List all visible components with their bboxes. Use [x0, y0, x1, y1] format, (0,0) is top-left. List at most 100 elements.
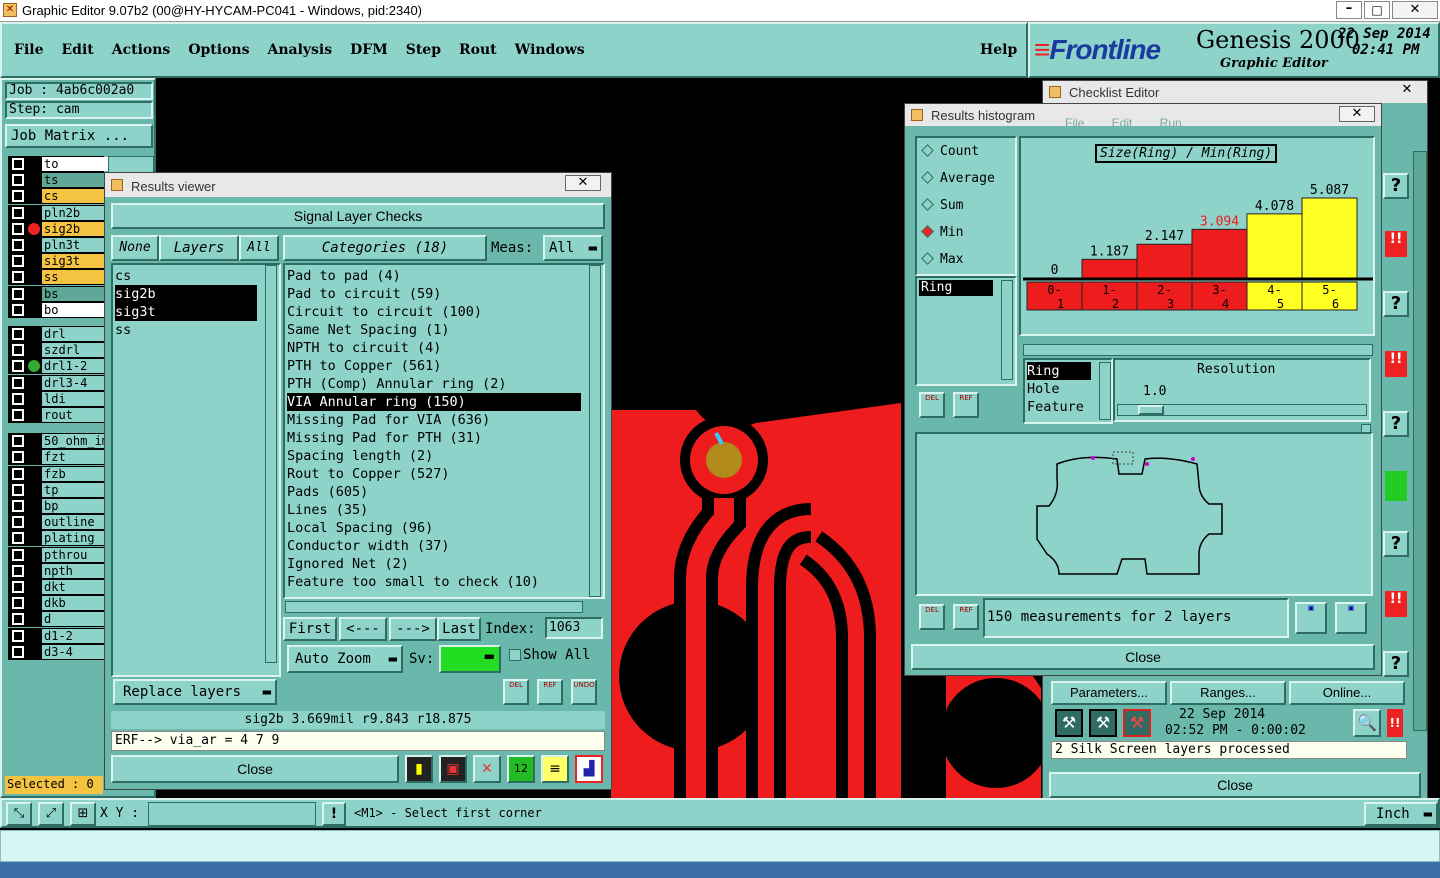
close-window-button[interactable]: ✕: [1392, 1, 1438, 19]
layer-checkbox[interactable]: [12, 516, 24, 529]
delete-marks-icon[interactable]: ✕: [473, 755, 501, 783]
category-item[interactable]: VIA Annular ring (150): [287, 393, 581, 411]
menu-item-analysis[interactable]: Analysis: [267, 42, 332, 58]
select-icon[interactable]: ▣: [439, 755, 467, 783]
checklist-close-button[interactable]: Close: [1049, 772, 1421, 798]
category-item[interactable]: Spacing length (2): [287, 447, 581, 465]
histogram-bar[interactable]: [1301, 197, 1358, 279]
layer-checkbox[interactable]: [12, 360, 24, 373]
layer-row-cs[interactable]: cs: [8, 188, 108, 205]
result-layer-item[interactable]: sig2b: [115, 285, 257, 303]
layer-row-npth[interactable]: npth: [8, 562, 108, 579]
category-item[interactable]: Circuit to circuit (100): [287, 303, 581, 321]
layer-row-ss[interactable]: ss: [8, 269, 108, 286]
category-item[interactable]: Missing Pad for VIA (636): [287, 411, 581, 429]
menu-item-actions[interactable]: Actions: [112, 42, 171, 58]
last-button[interactable]: Last: [437, 617, 481, 641]
units-dropdown[interactable]: Inch ▬: [1364, 802, 1438, 826]
layer-row-fzt[interactable]: fzt: [8, 449, 108, 466]
layer-row-bo[interactable]: bo: [8, 301, 108, 318]
layer-checkbox[interactable]: [12, 239, 24, 251]
del-icon[interactable]: DEL: [919, 392, 945, 418]
ref-icon[interactable]: REF: [953, 392, 979, 418]
checklist-scrollbar[interactable]: [1413, 151, 1427, 731]
layer-row-pln2b[interactable]: pln2b: [8, 204, 108, 221]
sv-color-dropdown[interactable]: ▬: [439, 645, 501, 673]
layer-checkbox[interactable]: [12, 271, 24, 284]
layer-checkbox[interactable]: [12, 451, 24, 464]
highlight-icon[interactable]: ▮: [405, 755, 433, 783]
type-item[interactable]: Hole: [1027, 380, 1091, 398]
help-icon[interactable]: ?: [1383, 531, 1409, 557]
result-layer-item[interactable]: sig3t: [115, 303, 257, 321]
help-icon[interactable]: ?: [1383, 291, 1409, 317]
run-icon[interactable]: ⚒: [1055, 709, 1083, 737]
layer-row-tp[interactable]: tp: [8, 481, 108, 498]
layer-row-drl3-4[interactable]: drl3-4: [8, 374, 108, 391]
menu-item-step[interactable]: Step: [406, 42, 441, 58]
category-hscroll[interactable]: [285, 601, 583, 613]
layer-row-plating[interactable]: plating: [8, 530, 108, 547]
resolution-slider-thumb[interactable]: [1138, 405, 1164, 415]
layer-checkbox[interactable]: [12, 222, 24, 235]
type-item[interactable]: Feature: [1027, 398, 1091, 416]
layer-row-ts[interactable]: ts: [8, 172, 108, 189]
menu-item-edit[interactable]: Edit: [61, 42, 93, 58]
layer-checkbox[interactable]: [12, 548, 24, 561]
layer-row-bs[interactable]: bs: [8, 285, 108, 302]
ring-list-item[interactable]: Ring: [919, 280, 993, 296]
layer-row-outline[interactable]: outline: [8, 514, 108, 531]
layer-checkbox[interactable]: [12, 613, 24, 626]
menu-item-file[interactable]: File: [14, 42, 43, 58]
show-all-checkbox[interactable]: [509, 649, 521, 661]
category-item[interactable]: Ignored Net (2): [287, 555, 581, 573]
all-button[interactable]: All: [239, 235, 279, 261]
layer-row-drl[interactable]: drl: [8, 326, 108, 342]
layer-row-dkb[interactable]: dkb: [8, 595, 108, 612]
replace-layers-dropdown[interactable]: Replace layers ▬: [113, 679, 277, 705]
help-icon[interactable]: ?: [1383, 411, 1409, 437]
checklist-btn-0[interactable]: Parameters...: [1051, 681, 1167, 705]
layer-row-50_ohm_im[interactable]: 50_ohm_im: [8, 433, 109, 450]
zoom-area-icon[interactable]: ⤢: [38, 802, 64, 826]
menu-item-rout[interactable]: Rout: [459, 42, 497, 58]
category-item[interactable]: NPTH to circuit (4): [287, 339, 581, 357]
layer-checkbox[interactable]: [12, 581, 24, 593]
minimize-button[interactable]: –: [1336, 1, 1362, 19]
job-matrix-button[interactable]: Job Matrix ...: [5, 124, 153, 148]
histogram-close-icon[interactable]: ✕: [1339, 106, 1375, 122]
layer-checkbox[interactable]: [12, 328, 24, 340]
category-item[interactable]: PTH (Comp) Annular ring (2): [287, 375, 581, 393]
layers-button[interactable]: Layers: [159, 235, 239, 261]
category-item[interactable]: Pads (605): [287, 483, 581, 501]
layer-checkbox[interactable]: [12, 392, 24, 405]
layer-row-d1-2[interactable]: d1-2: [8, 627, 108, 644]
del-icon[interactable]: DEL: [919, 604, 945, 630]
layer-checkbox[interactable]: [12, 190, 24, 203]
layer-checkbox[interactable]: [12, 500, 24, 512]
layer-row-fzb[interactable]: fzb: [8, 465, 108, 482]
mode-radio-count[interactable]: Count: [921, 144, 979, 159]
grid-icon[interactable]: ⊞: [70, 802, 96, 826]
meas-dropdown[interactable]: All ▬: [543, 235, 603, 261]
menu-item-options[interactable]: Options: [188, 42, 249, 58]
layer-checkbox[interactable]: [12, 174, 24, 187]
results-viewer-close-icon[interactable]: ✕: [565, 175, 601, 191]
category-scrollbar[interactable]: [589, 265, 601, 597]
checklist-close-icon[interactable]: ✕: [1389, 83, 1425, 99]
undo-icon[interactable]: UNDO: [571, 679, 597, 705]
mode-radio-min[interactable]: Min: [921, 225, 963, 240]
menu-item-dfm[interactable]: DFM: [350, 42, 388, 58]
histogram-bar[interactable]: [1246, 213, 1303, 279]
mode-radio-max[interactable]: Max: [921, 252, 963, 267]
result-layer-item[interactable]: cs: [115, 267, 257, 285]
prev-button[interactable]: <---: [339, 617, 387, 641]
category-item[interactable]: Pad to pad (4): [287, 267, 581, 285]
layer-row-pln3t[interactable]: pln3t: [8, 237, 108, 253]
layer-checkbox[interactable]: [12, 532, 24, 545]
auto-zoom-dropdown[interactable]: Auto Zoom ▬: [287, 645, 403, 673]
layer-checkbox[interactable]: [12, 344, 24, 357]
histogram-bar[interactable]: [1191, 228, 1248, 279]
layer-row-ldi[interactable]: ldi: [8, 390, 108, 407]
layer-checkbox[interactable]: [12, 629, 24, 642]
